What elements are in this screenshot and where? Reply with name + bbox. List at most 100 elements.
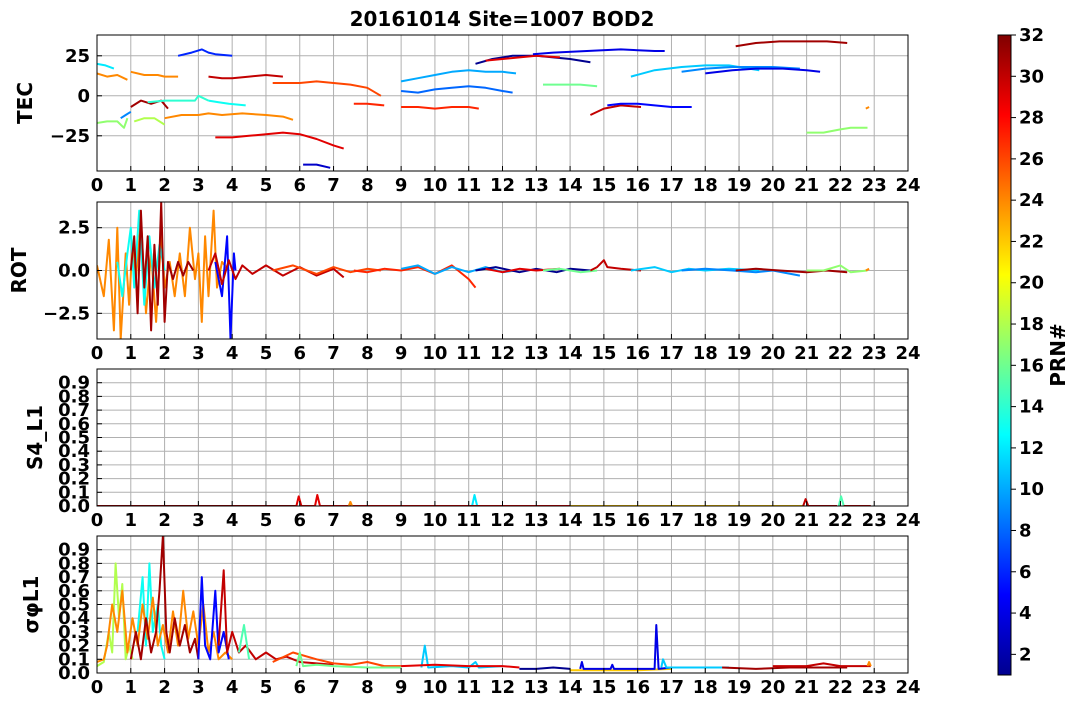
panel-1: 0 1 2 3 4 5 6 7 8 9 10 11 12 13 14 15 16 17 18 19 20 21 22 23 24… xyxy=(13,34,921,196)
x-tick-label: 0 xyxy=(91,677,104,698)
panel-3: 0 1 2 3 4 5 6 7 8 9 10 11 12 13 14 15 16 17 18 19 20 21 22 23 24… xyxy=(23,368,921,531)
series-line-prn-24 xyxy=(865,106,870,110)
x-tick-label: 22 xyxy=(828,343,853,364)
x-tick-label: 1 xyxy=(125,343,138,364)
x-tick-label: 12 xyxy=(490,510,515,531)
y-tick-label: 2.5 xyxy=(58,218,90,239)
series-line-prn-13 xyxy=(208,99,246,107)
x-tick-label: 4 xyxy=(226,510,239,531)
series-line-prn-17 xyxy=(97,117,129,129)
y-tick-label: −25 xyxy=(50,126,90,147)
x-tick-label: 17 xyxy=(659,175,684,196)
series-line-prn-12 xyxy=(97,62,115,70)
x-tick-label: 17 xyxy=(659,677,684,698)
grid xyxy=(96,369,909,507)
colorbar-tick-label: 28 xyxy=(1019,108,1044,129)
x-tick-label: 5 xyxy=(260,175,273,196)
x-tick-label: 16 xyxy=(625,175,650,196)
colorbar-tick-label: 22 xyxy=(1019,231,1044,252)
x-tick-label: 11 xyxy=(456,175,481,196)
x-tick-label: 12 xyxy=(490,175,515,196)
x-tick-label: 21 xyxy=(794,677,819,698)
x-tick-label: 4 xyxy=(226,677,239,698)
x-tick-label: 3 xyxy=(192,175,205,196)
x-tick-label: 14 xyxy=(558,510,583,531)
series-line-prn-3 xyxy=(303,163,331,169)
colorbar-tick-label: 12 xyxy=(1019,438,1044,459)
x-tick-label: 9 xyxy=(395,510,408,531)
x-tick-label: 1 xyxy=(125,510,138,531)
x-tick-label: 10 xyxy=(422,343,447,364)
series-line-prn-30 xyxy=(589,104,642,116)
colorbar-tick-label: 14 xyxy=(1019,397,1044,418)
series-line-prn-17 xyxy=(806,126,868,134)
colorbar-tick-label: 4 xyxy=(1019,603,1032,624)
series-line-prn-6 xyxy=(177,48,233,57)
figure: 20161014 Site=1007 BOD2 0 1 2 3 4 5 6 7 8 9 10 11 12… xyxy=(7,7,1070,698)
series-line-prn-4 xyxy=(705,67,821,75)
x-tick-label: 7 xyxy=(327,175,340,196)
x-tick-label: 3 xyxy=(192,677,205,698)
colorbar-tick-label: 10 xyxy=(1019,479,1044,500)
x-tick-label: 2 xyxy=(158,510,171,531)
series-line-prn-8 xyxy=(401,85,513,94)
x-tick-label: 15 xyxy=(591,175,616,196)
series-line-prn-30 xyxy=(208,74,283,80)
x-tick-label: 10 xyxy=(422,175,447,196)
x-tick-label: 19 xyxy=(727,510,752,531)
x-tick-label: 16 xyxy=(625,343,650,364)
x-tick-label: 8 xyxy=(361,175,374,196)
x-tick-label: 14 xyxy=(558,343,583,364)
x-tick-label: 15 xyxy=(591,677,616,698)
x-tick-label: 9 xyxy=(395,677,408,698)
panel-4: 0 1 2 3 4 5 6 7 8 9 10 11 12 13 14 15 16 17 18 19 20 21 22 23 24… xyxy=(19,535,921,698)
x-tick-label: 8 xyxy=(361,343,374,364)
x-tick-label: 17 xyxy=(659,343,684,364)
x-tick-label: 2 xyxy=(158,677,171,698)
x-tick-label: 4 xyxy=(226,343,239,364)
x-tick-label: 16 xyxy=(625,677,650,698)
series-line-prn-12 xyxy=(471,494,479,506)
y-tick-label: 25 xyxy=(65,46,90,67)
colorbar-tick-label: 18 xyxy=(1019,314,1044,335)
y-axis-label: σφL1 xyxy=(19,576,43,634)
x-tick-label: 3 xyxy=(192,510,205,531)
x-tick-label: 5 xyxy=(260,677,273,698)
x-tick-label: 13 xyxy=(524,677,549,698)
x-tick-label: 3 xyxy=(192,343,205,364)
x-tick-label: 18 xyxy=(693,175,718,196)
y-axis-label: TEC xyxy=(13,82,37,124)
series-line-prn-24 xyxy=(97,72,128,81)
x-tick-label: 22 xyxy=(828,510,853,531)
x-tick-label: 12 xyxy=(490,677,515,698)
x-tick-label: 18 xyxy=(693,343,718,364)
panel-2: 0 1 2 3 4 5 6 7 8 9 10 11 12 13 14 15 16 17 18 19 20 21 22 23 24… xyxy=(7,201,921,364)
x-tick-label: 0 xyxy=(91,510,104,531)
colorbar-tick-label: 16 xyxy=(1019,355,1044,376)
x-tick-label: 14 xyxy=(558,175,583,196)
series-line-prn-15 xyxy=(237,624,251,660)
colorbar-tick-label: 8 xyxy=(1019,520,1032,541)
x-tick-label: 5 xyxy=(260,343,273,364)
y-tick-label: −2.5 xyxy=(43,303,90,324)
x-tick-label: 19 xyxy=(727,343,752,364)
x-tick-label: 15 xyxy=(591,343,616,364)
series-line-prn-27 xyxy=(353,102,385,107)
x-tick-label: 11 xyxy=(456,343,481,364)
colorbar-ticks: 2468101214161820222426283032 xyxy=(1011,25,1044,665)
x-tick-label: 24 xyxy=(895,175,920,196)
x-tick-label: 2 xyxy=(158,175,171,196)
series-line-prn-31 xyxy=(129,202,195,332)
colorbar-tick-label: 20 xyxy=(1019,273,1044,294)
x-tick-label: 10 xyxy=(422,510,447,531)
series-line-prn-9 xyxy=(120,110,132,120)
x-tick-label: 7 xyxy=(327,677,340,698)
series-line-prn-10 xyxy=(400,264,517,275)
series-line-prn-26 xyxy=(272,80,382,97)
x-tick-label: 23 xyxy=(862,677,887,698)
x-tick-label: 20 xyxy=(760,677,785,698)
colorbar-tick-label: 6 xyxy=(1019,562,1032,583)
x-tick-label: 6 xyxy=(293,677,306,698)
colorbar-gradient xyxy=(997,34,1012,676)
x-tick-label: 6 xyxy=(293,510,306,531)
